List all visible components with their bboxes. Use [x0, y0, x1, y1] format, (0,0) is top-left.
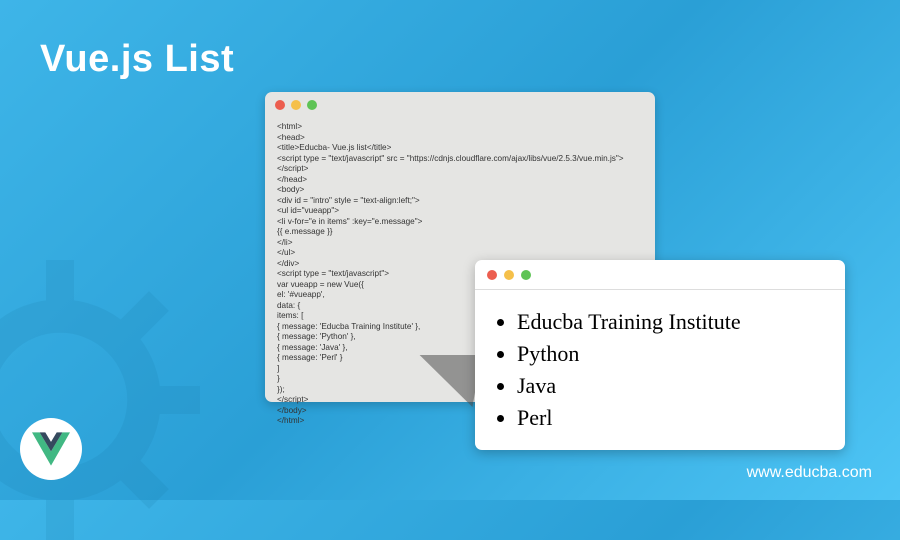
output-window-titlebar: [475, 260, 845, 290]
output-content: Educba Training InstitutePythonJavaPerl: [475, 290, 845, 450]
list-item: Java: [517, 370, 825, 402]
maximize-icon: [307, 100, 317, 110]
site-url: www.educba.com: [747, 464, 872, 482]
minimize-icon: [291, 100, 301, 110]
vue-logo: [20, 418, 82, 480]
output-window: Educba Training InstitutePythonJavaPerl: [475, 260, 845, 450]
output-list: Educba Training InstitutePythonJavaPerl: [517, 306, 825, 434]
gear-background: [0, 260, 200, 540]
close-icon: [487, 270, 497, 280]
page-title: Vue.js List: [40, 38, 234, 81]
maximize-icon: [521, 270, 531, 280]
code-window-titlebar: [265, 92, 655, 118]
close-icon: [275, 100, 285, 110]
list-item: Python: [517, 338, 825, 370]
minimize-icon: [504, 270, 514, 280]
list-item: Perl: [517, 402, 825, 434]
pointer-arrow: [410, 355, 481, 407]
list-item: Educba Training Institute: [517, 306, 825, 338]
